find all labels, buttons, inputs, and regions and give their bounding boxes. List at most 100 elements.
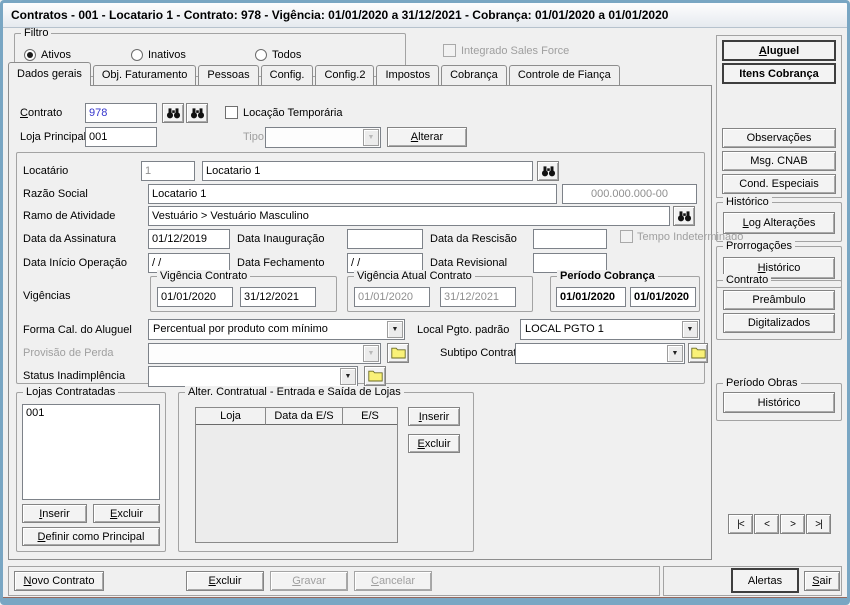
msg-cnab-button[interactable]: Msg. CNAB [722,151,836,171]
cancelar-button: Cancelar [354,571,432,591]
binoculars-icon [190,108,204,119]
vigencia-atual-inicio-field: 01/01/2020 [354,287,430,307]
observacoes-button[interactable]: Observações [722,128,836,148]
locatario-label: Locatário [23,165,69,177]
cond-especiais-button[interactable]: Cond. Especiais [722,174,836,194]
nav-next-button[interactable]: > [780,514,805,534]
data-assinatura-field[interactable]: 01/12/2019 [148,229,230,249]
subtipo-contrato-folder-button[interactable] [688,343,708,363]
data-assinatura-label: Data da Assinatura [23,233,116,245]
locatario-name-field[interactable]: Locatario 1 [202,161,533,181]
periodo-obras-historico-button[interactable]: Histórico [723,392,835,413]
data-rescisao-field[interactable] [533,229,607,249]
provisao-perda-folder-button[interactable] [387,343,409,363]
list-item[interactable]: 001 [26,406,156,420]
radio-inativos[interactable] [131,49,143,61]
itens-cobranca-button[interactable]: Itens Cobrança [722,63,836,84]
tab-bar: Dados gerais Obj. Faturamento Pessoas Co… [8,62,622,86]
sair-button[interactable]: Sair [804,571,840,591]
periodo-cobranca-fim-field[interactable]: 01/01/2020 [630,287,696,307]
digitalizados-button[interactable]: Digitalizados [723,313,835,333]
binoculars-icon [677,211,691,222]
open-folder-icon [690,347,706,359]
nav-first-button[interactable]: |< [728,514,753,534]
lojas-excluir-button[interactable]: Excluir [93,504,160,523]
gravar-button: Gravar [270,571,348,591]
chevron-down-icon[interactable]: ▼ [387,321,403,338]
excluir-button[interactable]: Excluir [186,571,264,591]
data-inicio-operacao-label: Data Início Operação [23,257,127,269]
locatario-search-button[interactable] [537,161,559,181]
locatario-code-field: 1 [141,161,195,181]
subtipo-contrato-combobox[interactable]: ▼ [515,343,685,364]
chevron-down-icon[interactable]: ▼ [340,368,356,385]
nav-last-button[interactable]: >| [806,514,831,534]
sales-force-checkbox [443,44,456,57]
tempo-indeterminado-checkbox [620,230,633,243]
definir-principal-button[interactable]: Definir como Principal [22,527,160,546]
periodo-cobranca-inicio-field[interactable]: 01/01/2020 [556,287,626,307]
forma-calculo-label: Forma Cal. do Aluguel [23,324,132,336]
vigencia-contrato-group-label: Vigência Contrato [157,270,251,283]
alteracao-inserir-button[interactable]: Inserir [408,407,460,426]
aluguel-button[interactable]: Aluguel [722,40,836,61]
chevron-down-icon: ▼ [363,129,379,146]
ramo-atividade-search-button[interactable] [673,206,695,226]
alterar-button[interactable]: Alterar [387,127,467,147]
tipo-label: Tipo [243,131,264,143]
locacao-temporaria-checkbox[interactable] [225,106,238,119]
ramo-atividade-field[interactable]: Vestuário > Vestuário Masculino [148,206,670,226]
local-pagamento-combobox[interactable]: LOCAL PGTO 1 ▼ [520,319,700,340]
tab-dados-gerais[interactable]: Dados gerais [8,62,91,86]
chevron-down-icon[interactable]: ▼ [682,321,698,338]
alteracao-excluir-button[interactable]: Excluir [408,434,460,453]
radio-ativos[interactable] [24,49,36,61]
radio-todos[interactable] [255,49,267,61]
provisao-perda-label: Provisão de Perda [23,347,114,359]
vigencias-label: Vigências [23,290,71,302]
novo-contrato-button[interactable]: Novo Contrato [14,571,104,591]
tab-pessoas[interactable]: Pessoas [198,65,259,85]
contrato-search-alt-button[interactable] [186,103,208,123]
status-inadimplencia-folder-button[interactable] [364,366,386,386]
data-inauguracao-field[interactable] [347,229,423,249]
documento-field[interactable]: 000.000.000-00 [562,184,697,204]
vigencia-contrato-fim-field[interactable]: 31/12/2021 [240,287,316,307]
alteracao-contratual-grid[interactable]: Loja Data da E/S E/S [195,407,398,543]
nav-prev-button[interactable]: < [754,514,779,534]
data-fechamento-label: Data Fechamento [237,257,325,269]
contrato-search-button[interactable] [162,103,184,123]
status-inadimplencia-combobox[interactable]: ▼ [148,366,358,387]
lojas-listbox[interactable]: 001 [22,404,160,500]
tab-config[interactable]: Config. [260,65,314,85]
periodo-cobranca-group-label: Período Cobrança [557,270,658,283]
lojas-inserir-button[interactable]: Inserir [22,504,87,523]
chevron-down-icon[interactable]: ▼ [667,345,683,362]
alertas-button[interactable]: Alertas [731,568,799,593]
sales-force-label: Integrado Sales Force [461,45,570,57]
filter-group-label: Filtro [21,27,52,40]
status-inadimplencia-label: Status Inadimplência [23,370,126,382]
open-folder-icon [367,370,383,382]
contrato-field[interactable]: 978 [85,103,157,123]
binoculars-icon [166,108,180,119]
tempo-indeterminado-label: Tempo Indeterminado [637,231,744,243]
alteracao-contratual-group-label: Alter. Contratual - Entrada e Saída de L… [185,386,404,399]
tab-cobranca[interactable]: Cobrança [441,65,507,85]
razao-social-label: Razão Social [23,188,88,200]
radio-ativos-label: Ativos [41,49,71,61]
data-revisional-label: Data Revisional [430,257,508,269]
vigencia-contrato-inicio-field[interactable]: 01/01/2020 [157,287,233,307]
tab-impostos[interactable]: Impostos [376,65,440,85]
forma-calculo-combobox[interactable]: Percentual por produto com mínimo ▼ [148,319,405,340]
tab-controle-fianca[interactable]: Controle de Fiança [508,65,620,85]
loja-principal-field[interactable]: 001 [85,127,157,147]
preambulo-button[interactable]: Preâmbulo [723,290,835,310]
lojas-contratadas-group-label: Lojas Contratadas [23,386,119,399]
binoculars-icon [541,166,555,177]
tab-obj-faturamento[interactable]: Obj. Faturamento [92,65,197,85]
tab-config2[interactable]: Config.2 [315,65,375,85]
razao-social-field[interactable]: Locatario 1 [148,184,557,204]
radio-todos-label: Todos [272,49,302,61]
window-titlebar: Contratos - 001 - Locatario 1 - Contrato… [3,3,847,28]
